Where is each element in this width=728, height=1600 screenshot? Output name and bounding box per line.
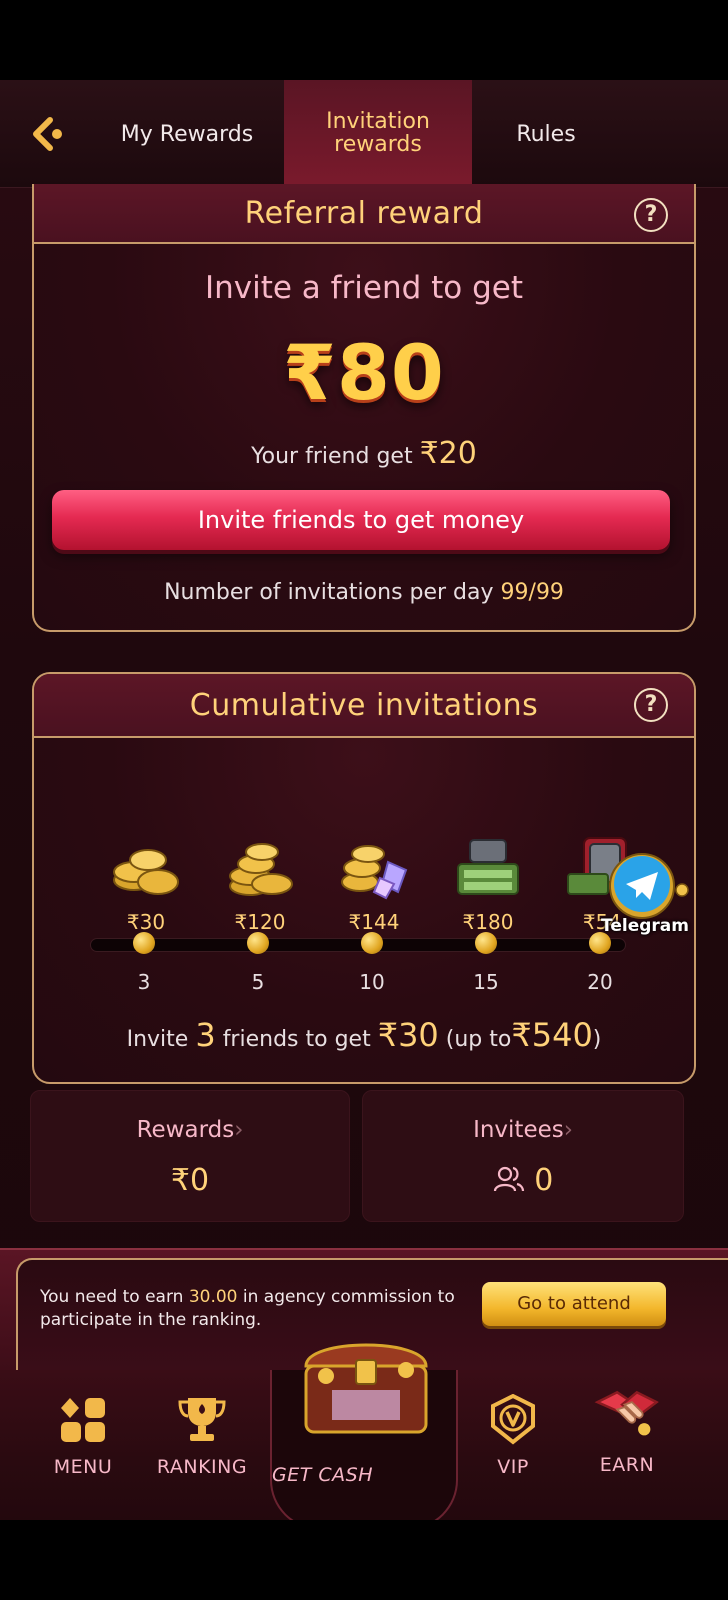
panel-header: Cumulative invitations ? xyxy=(34,674,694,738)
friend-get-label: Your friend get xyxy=(251,444,413,469)
vip-badge-icon xyxy=(491,1393,535,1445)
bottom-nav: MENU RANKING GET CASH VIP EARN xyxy=(0,1343,728,1520)
help-icon[interactable]: ? xyxy=(634,688,668,722)
tier-count: 15 xyxy=(473,970,499,994)
tier-amount: ₹180 xyxy=(462,910,514,934)
ranking-text: You need to earn xyxy=(40,1287,184,1307)
coins-icon xyxy=(113,849,179,895)
panel-title: Cumulative invitations xyxy=(189,687,539,723)
nav-label: RANKING xyxy=(156,1456,248,1478)
friend-get-text: Your friend get ₹20 xyxy=(34,436,694,471)
tier-item: ₹120 xyxy=(212,834,308,934)
rewards-label: Rewards› xyxy=(31,1117,349,1143)
note-text: friends to get xyxy=(222,1027,371,1052)
note-text: Invite xyxy=(126,1027,189,1052)
invitees-label-text: Invitees xyxy=(473,1117,564,1143)
note-count: 3 xyxy=(195,1016,216,1054)
treasure-cash-icon xyxy=(457,839,519,895)
progress-dot xyxy=(133,932,155,954)
menu-icon xyxy=(61,1398,105,1442)
tier-count: 5 xyxy=(251,970,265,994)
nav-label: MENU xyxy=(53,1456,113,1478)
ranking-amount: 30.00 xyxy=(188,1287,238,1307)
friend-get-amount: ₹20 xyxy=(419,436,477,471)
help-icon[interactable]: ? xyxy=(634,198,668,232)
invitees-label: Invitees› xyxy=(363,1117,683,1143)
go-to-attend-button[interactable]: Go to attend xyxy=(482,1282,666,1326)
tier-amount: ₹120 xyxy=(234,910,286,934)
invite-friends-button[interactable]: Invite friends to get money xyxy=(52,490,670,550)
tab-invitation-rewards[interactable]: Invitation rewards xyxy=(284,80,472,188)
cumulative-note: Invite 3 friends to get ₹30 (up to₹540) xyxy=(34,1016,694,1054)
nav-label: EARN xyxy=(599,1454,655,1476)
back-arrow-icon xyxy=(33,117,62,151)
nav-label: VIP xyxy=(497,1456,529,1478)
note-max-amount: ₹540 xyxy=(511,1016,593,1054)
referral-reward-panel: Referral reward ? Invite a friend to get… xyxy=(32,184,696,632)
invitees-card[interactable]: Invitees› 0 xyxy=(362,1090,684,1222)
invitees-value: 0 xyxy=(534,1163,554,1198)
coin-stack-icon xyxy=(229,843,293,896)
note-text: (up to xyxy=(445,1027,512,1052)
tab-label: Rules xyxy=(516,121,576,147)
tab-my-rewards[interactable]: My Rewards xyxy=(96,80,278,188)
tier-count: 20 xyxy=(587,970,613,994)
telegram-float-button[interactable]: Telegram xyxy=(590,850,700,940)
nav-get-cash[interactable]: GET CASH xyxy=(270,1343,458,1520)
nav-menu[interactable]: MENU xyxy=(28,1380,138,1510)
progress-dot xyxy=(247,932,269,954)
rewards-value: ₹0 xyxy=(170,1163,210,1198)
tier-amount: ₹144 xyxy=(348,910,400,934)
per-day-label: Number of invitations per day xyxy=(164,580,494,605)
app-screen: My Rewards Invitation rewards Rules Refer… xyxy=(0,80,728,1520)
tier-item: ₹144 xyxy=(326,834,422,934)
tab-label-line1: Invitation xyxy=(326,108,430,134)
tab-label: Invitation rewards xyxy=(326,110,430,156)
note-text: ) xyxy=(592,1027,602,1052)
panel-header: Referral reward ? xyxy=(34,184,694,244)
tab-label: My Rewards xyxy=(120,121,254,147)
chevron-right-icon: › xyxy=(563,1117,573,1143)
ranking-message: You need to earn 30.00 in agency commiss… xyxy=(40,1286,460,1332)
invitees-value-row: 0 xyxy=(363,1163,683,1198)
referral-amount: ₹80 xyxy=(283,328,445,417)
note-amount: ₹30 xyxy=(377,1016,439,1054)
chevron-right-icon: › xyxy=(234,1117,244,1143)
status-bar xyxy=(0,0,728,80)
panel-title: Referral reward xyxy=(244,195,484,231)
system-nav-bar xyxy=(0,1520,728,1600)
users-icon xyxy=(493,1166,524,1192)
back-button[interactable] xyxy=(26,112,70,156)
tier-item: ₹180 xyxy=(440,834,536,934)
rewards-label-text: Rewards xyxy=(136,1117,235,1143)
coins-gems-icon xyxy=(341,845,408,900)
progress-dot xyxy=(361,932,383,954)
invite-label: Invite a friend to get xyxy=(204,270,524,306)
per-day-value: 99/99 xyxy=(500,580,564,605)
nav-vip[interactable]: VIP xyxy=(458,1380,568,1510)
tier-count: 10 xyxy=(359,970,385,994)
invitations-per-day: Number of invitations per day 99/99 xyxy=(34,580,694,605)
handshake-icon xyxy=(594,1390,659,1436)
nav-earn[interactable]: EARN xyxy=(572,1380,682,1510)
progress-track xyxy=(90,938,626,952)
tab-label-line2: rewards xyxy=(334,131,422,157)
button-label: Invite friends to get money xyxy=(197,506,525,534)
progress-dot xyxy=(475,932,497,954)
tier-count: 3 xyxy=(137,970,151,994)
rewards-card[interactable]: Rewards› ₹0 xyxy=(30,1090,350,1222)
top-tab-bar: My Rewards Invitation rewards Rules xyxy=(0,80,728,188)
tier-amount: ₹30 xyxy=(126,910,166,934)
tab-rules[interactable]: Rules xyxy=(472,80,620,188)
trophy-icon xyxy=(178,1398,226,1441)
telegram-label: Telegram xyxy=(601,916,689,936)
nav-label: GET CASH xyxy=(272,1464,373,1486)
treasure-chest-icon xyxy=(304,1343,428,1434)
nav-ranking[interactable]: RANKING xyxy=(147,1380,257,1510)
tier-item: ₹30 xyxy=(98,834,194,934)
